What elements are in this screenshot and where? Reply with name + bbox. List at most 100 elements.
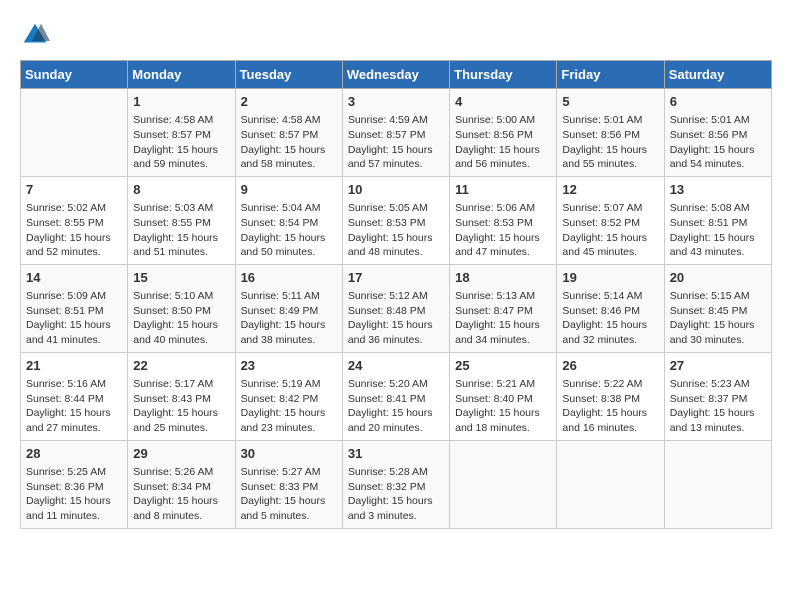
day-number: 8 [133, 181, 229, 199]
day-number: 10 [348, 181, 444, 199]
day-cell: 2 Sunrise: 4:58 AM Sunset: 8:57 PM Daylig… [235, 89, 342, 177]
week-row-4: 21Sunrise: 5:16 AM Sunset: 8:44 PM Dayli… [21, 352, 772, 440]
day-cell: 20 Sunrise: 5:15 AM Sunset: 8:45 PM Dayli… [664, 264, 771, 352]
day-cell: 27Sunrise: 5:23 AM Sunset: 8:37 PM Dayli… [664, 352, 771, 440]
day-info: Sunrise: 5:03 AM Sunset: 8:55 PM Dayligh… [133, 201, 229, 260]
day-info: Sunrise: 5:09 AM Sunset: 8:51 PM Dayligh… [26, 289, 122, 348]
day-number: 21 [26, 357, 122, 375]
day-number: 4 [455, 93, 551, 111]
day-cell: 17 Sunrise: 5:12 AM Sunset: 8:48 PM Dayli… [342, 264, 449, 352]
day-info: Sunrise: 5:27 AM Sunset: 8:33 PM Dayligh… [241, 465, 337, 524]
day-number: 20 [670, 269, 766, 287]
day-cell: 18Sunrise: 5:13 AM Sunset: 8:47 PM Dayli… [450, 264, 557, 352]
day-info: Sunrise: 5:01 AM Sunset: 8:56 PM Dayligh… [670, 113, 766, 172]
day-number: 24 [348, 357, 444, 375]
day-number: 14 [26, 269, 122, 287]
header-cell-saturday: Saturday [664, 61, 771, 89]
day-info: Sunrise: 5:04 AM Sunset: 8:54 PM Dayligh… [241, 201, 337, 260]
day-cell: 11 Sunrise: 5:06 AM Sunset: 8:53 PM Dayli… [450, 176, 557, 264]
day-info: Sunrise: 5:20 AM Sunset: 8:41 PM Dayligh… [348, 377, 444, 436]
header-cell-sunday: Sunday [21, 61, 128, 89]
day-cell: 26 Sunrise: 5:22 AM Sunset: 8:38 PM Dayli… [557, 352, 664, 440]
day-number: 26 [562, 357, 658, 375]
day-number: 2 [241, 93, 337, 111]
day-info: Sunrise: 4:59 AM Sunset: 8:57 PM Dayligh… [348, 113, 444, 172]
day-info: Sunrise: 5:02 AM Sunset: 8:55 PM Dayligh… [26, 201, 122, 260]
day-info: Sunrise: 5:06 AM Sunset: 8:53 PM Dayligh… [455, 201, 551, 260]
day-cell: 28 Sunrise: 5:25 AM Sunset: 8:36 PM Dayli… [21, 440, 128, 528]
page-header [20, 20, 772, 50]
day-cell: 8 Sunrise: 5:03 AM Sunset: 8:55 PM Daylig… [128, 176, 235, 264]
day-cell [21, 89, 128, 177]
day-info: Sunrise: 5:08 AM Sunset: 8:51 PM Dayligh… [670, 201, 766, 260]
day-number: 12 [562, 181, 658, 199]
calendar-table: SundayMondayTuesdayWednesdayThursdayFrid… [20, 60, 772, 529]
day-cell: 7Sunrise: 5:02 AM Sunset: 8:55 PM Daylig… [21, 176, 128, 264]
day-cell: 19Sunrise: 5:14 AM Sunset: 8:46 PM Dayli… [557, 264, 664, 352]
day-info: Sunrise: 5:01 AM Sunset: 8:56 PM Dayligh… [562, 113, 658, 172]
header-cell-tuesday: Tuesday [235, 61, 342, 89]
day-number: 25 [455, 357, 551, 375]
day-number: 31 [348, 445, 444, 463]
day-info: Sunrise: 4:58 AM Sunset: 8:57 PM Dayligh… [241, 113, 337, 172]
day-info: Sunrise: 5:22 AM Sunset: 8:38 PM Dayligh… [562, 377, 658, 436]
day-number: 16 [241, 269, 337, 287]
day-info: Sunrise: 5:19 AM Sunset: 8:42 PM Dayligh… [241, 377, 337, 436]
day-cell: 30 Sunrise: 5:27 AM Sunset: 8:33 PM Dayli… [235, 440, 342, 528]
day-info: Sunrise: 5:07 AM Sunset: 8:52 PM Dayligh… [562, 201, 658, 260]
header-row: SundayMondayTuesdayWednesdayThursdayFrid… [21, 61, 772, 89]
day-cell: 21Sunrise: 5:16 AM Sunset: 8:44 PM Dayli… [21, 352, 128, 440]
day-number: 17 [348, 269, 444, 287]
day-number: 18 [455, 269, 551, 287]
day-info: Sunrise: 5:15 AM Sunset: 8:45 PM Dayligh… [670, 289, 766, 348]
day-info: Sunrise: 5:12 AM Sunset: 8:48 PM Dayligh… [348, 289, 444, 348]
day-cell: 22Sunrise: 5:17 AM Sunset: 8:43 PM Dayli… [128, 352, 235, 440]
day-number: 6 [670, 93, 766, 111]
day-number: 9 [241, 181, 337, 199]
day-cell: 23 Sunrise: 5:19 AM Sunset: 8:42 PM Dayli… [235, 352, 342, 440]
day-cell: 10 Sunrise: 5:05 AM Sunset: 8:53 PM Dayli… [342, 176, 449, 264]
day-info: Sunrise: 5:28 AM Sunset: 8:32 PM Dayligh… [348, 465, 444, 524]
day-cell: 25 Sunrise: 5:21 AM Sunset: 8:40 PM Dayli… [450, 352, 557, 440]
day-cell: 24 Sunrise: 5:20 AM Sunset: 8:41 PM Dayli… [342, 352, 449, 440]
week-row-1: 1Sunrise: 4:58 AM Sunset: 8:57 PM Daylig… [21, 89, 772, 177]
day-info: Sunrise: 5:05 AM Sunset: 8:53 PM Dayligh… [348, 201, 444, 260]
day-cell: 15Sunrise: 5:10 AM Sunset: 8:50 PM Dayli… [128, 264, 235, 352]
day-info: Sunrise: 5:26 AM Sunset: 8:34 PM Dayligh… [133, 465, 229, 524]
day-number: 11 [455, 181, 551, 199]
day-number: 22 [133, 357, 229, 375]
header-cell-thursday: Thursday [450, 61, 557, 89]
day-cell [664, 440, 771, 528]
calendar-body: 1Sunrise: 4:58 AM Sunset: 8:57 PM Daylig… [21, 89, 772, 529]
day-number: 3 [348, 93, 444, 111]
header-cell-wednesday: Wednesday [342, 61, 449, 89]
day-number: 28 [26, 445, 122, 463]
day-number: 5 [562, 93, 658, 111]
day-cell: 3 Sunrise: 4:59 AM Sunset: 8:57 PM Daylig… [342, 89, 449, 177]
day-info: Sunrise: 5:23 AM Sunset: 8:37 PM Dayligh… [670, 377, 766, 436]
day-info: Sunrise: 5:25 AM Sunset: 8:36 PM Dayligh… [26, 465, 122, 524]
day-info: Sunrise: 5:11 AM Sunset: 8:49 PM Dayligh… [241, 289, 337, 348]
day-number: 13 [670, 181, 766, 199]
day-info: Sunrise: 4:58 AM Sunset: 8:57 PM Dayligh… [133, 113, 229, 172]
calendar-header: SundayMondayTuesdayWednesdayThursdayFrid… [21, 61, 772, 89]
day-info: Sunrise: 5:21 AM Sunset: 8:40 PM Dayligh… [455, 377, 551, 436]
logo [20, 20, 52, 50]
day-cell: 13 Sunrise: 5:08 AM Sunset: 8:51 PM Dayli… [664, 176, 771, 264]
day-number: 15 [133, 269, 229, 287]
header-cell-monday: Monday [128, 61, 235, 89]
day-cell: 16 Sunrise: 5:11 AM Sunset: 8:49 PM Dayli… [235, 264, 342, 352]
week-row-3: 14 Sunrise: 5:09 AM Sunset: 8:51 PM Dayli… [21, 264, 772, 352]
day-cell [557, 440, 664, 528]
day-cell [450, 440, 557, 528]
day-number: 29 [133, 445, 229, 463]
day-cell: 9 Sunrise: 5:04 AM Sunset: 8:54 PM Daylig… [235, 176, 342, 264]
week-row-5: 28 Sunrise: 5:25 AM Sunset: 8:36 PM Dayli… [21, 440, 772, 528]
header-cell-friday: Friday [557, 61, 664, 89]
day-number: 30 [241, 445, 337, 463]
week-row-2: 7Sunrise: 5:02 AM Sunset: 8:55 PM Daylig… [21, 176, 772, 264]
day-cell: 4Sunrise: 5:00 AM Sunset: 8:56 PM Daylig… [450, 89, 557, 177]
day-number: 23 [241, 357, 337, 375]
day-cell: 5 Sunrise: 5:01 AM Sunset: 8:56 PM Daylig… [557, 89, 664, 177]
day-cell: 1Sunrise: 4:58 AM Sunset: 8:57 PM Daylig… [128, 89, 235, 177]
